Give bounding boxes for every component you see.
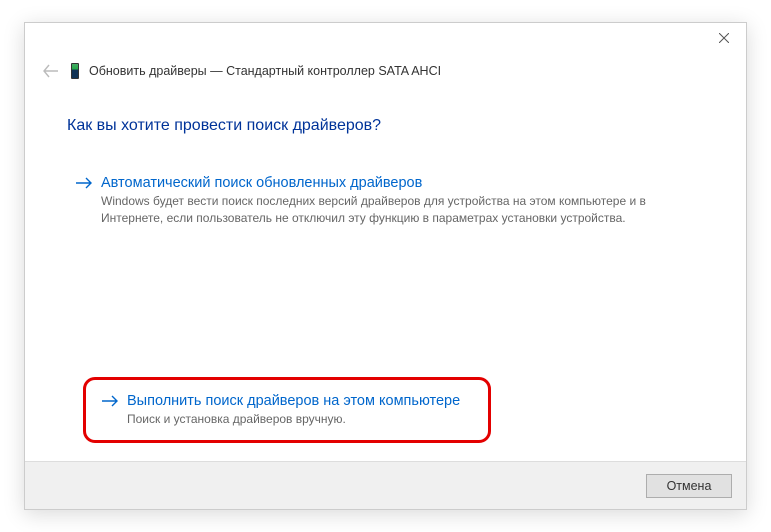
device-icon <box>71 63 79 79</box>
arrow-left-icon <box>43 64 59 78</box>
cancel-label: Отмена <box>667 479 712 493</box>
option-title: Автоматический поиск обновленных драйвер… <box>101 175 422 191</box>
close-icon <box>719 33 729 43</box>
close-button[interactable] <box>702 23 746 53</box>
content-area: Как вы хотите провести поиск драйверов? … <box>25 89 746 238</box>
driver-update-dialog: Обновить драйверы — Стандартный контролл… <box>24 22 747 510</box>
arrow-right-icon <box>101 394 119 408</box>
back-button[interactable] <box>41 64 61 78</box>
option-auto-search[interactable]: Автоматический поиск обновленных драйвер… <box>67 167 704 238</box>
arrow-right-icon <box>75 176 93 190</box>
option-browse-computer[interactable]: Выполнить поиск драйверов на этом компью… <box>93 385 468 438</box>
option-description: Поиск и установка драйверов вручную. <box>127 411 460 428</box>
header-row: Обновить драйверы — Стандартный контролл… <box>25 57 746 89</box>
cancel-button[interactable]: Отмена <box>646 474 732 498</box>
titlebar <box>25 23 746 57</box>
dialog-title: Обновить драйверы — Стандартный контролл… <box>89 64 441 78</box>
option-description: Windows будет вести поиск последних верс… <box>101 193 661 228</box>
page-heading: Как вы хотите провести поиск драйверов? <box>67 117 704 135</box>
option-title: Выполнить поиск драйверов на этом компью… <box>127 393 460 409</box>
dialog-footer: Отмена <box>25 461 746 509</box>
